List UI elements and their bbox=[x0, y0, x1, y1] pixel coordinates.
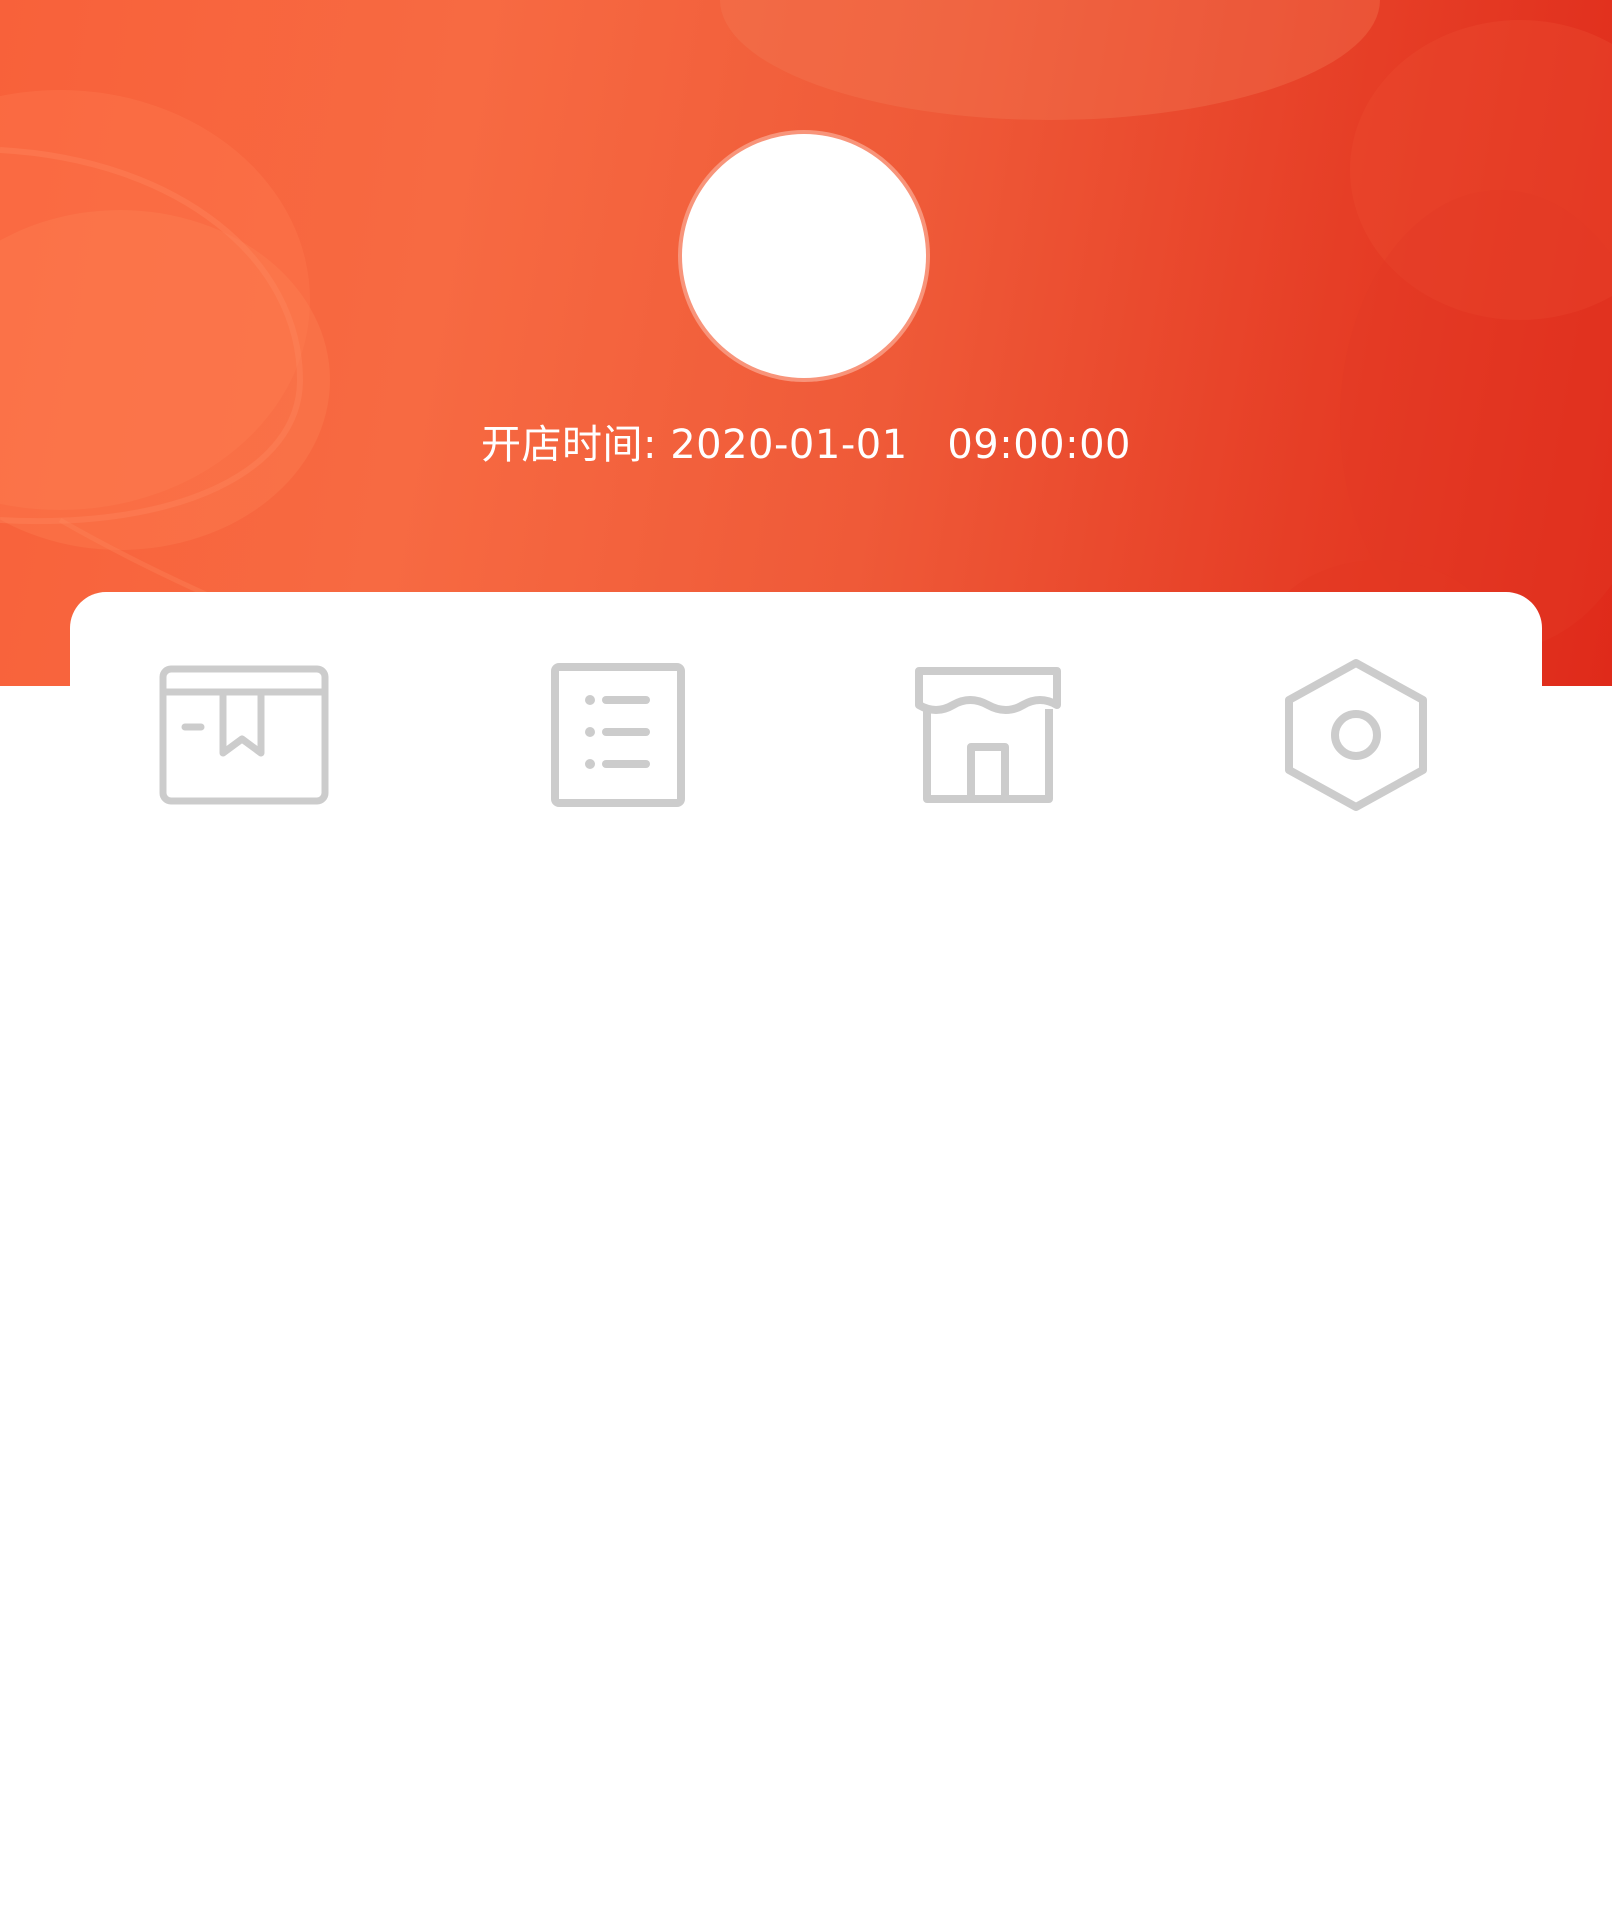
settings-icon bbox=[1283, 657, 1429, 813]
open-time-label: 开店时间: bbox=[481, 422, 657, 468]
shop-profile-page: 开店时间: 2020-01-01 09:00:00 bbox=[0, 0, 1612, 1926]
open-clock: 09:00:00 bbox=[947, 422, 1131, 468]
open-time-text: 开店时间: 2020-01-01 09:00:00 bbox=[0, 412, 1612, 470]
menu-item-package[interactable] bbox=[144, 650, 344, 820]
function-menu bbox=[70, 650, 1542, 820]
open-date: 2020-01-01 bbox=[670, 422, 908, 468]
list-icon bbox=[550, 662, 686, 808]
store-icon bbox=[913, 665, 1063, 805]
package-icon bbox=[159, 665, 329, 805]
menu-item-settings[interactable] bbox=[1256, 650, 1456, 820]
shop-avatar[interactable] bbox=[682, 134, 926, 378]
menu-item-orders[interactable] bbox=[518, 650, 718, 820]
header-banner: 开店时间: 2020-01-01 09:00:00 bbox=[0, 0, 1612, 686]
menu-item-store[interactable] bbox=[888, 650, 1088, 820]
